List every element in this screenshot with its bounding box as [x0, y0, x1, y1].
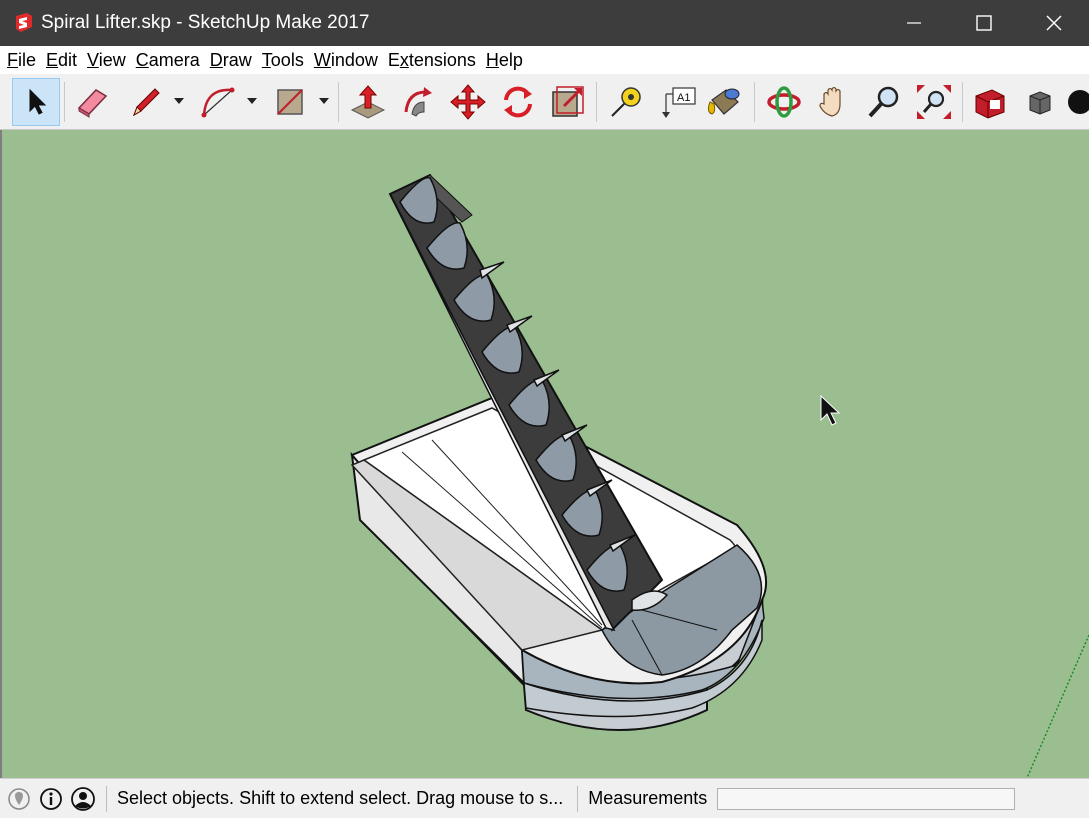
zoom-tool-button[interactable]: [860, 78, 908, 126]
select-icon: [29, 88, 47, 115]
menu-help[interactable]: Help: [481, 50, 528, 71]
window-title: Spiral Lifter.skp - SketchUp Make 2017: [41, 12, 370, 33]
menu-label-suffix: elp: [498, 49, 523, 70]
info-icon: [40, 787, 62, 810]
close-icon: [1046, 15, 1062, 31]
rotate-tool-button[interactable]: [494, 78, 542, 126]
orbit-tool-button[interactable]: [760, 78, 808, 126]
menu-tools[interactable]: Tools: [257, 50, 309, 71]
menu-label-suffix: tensions: [408, 49, 476, 70]
scale-tool-button[interactable]: [544, 78, 592, 126]
menu-accelerator: E: [46, 49, 59, 70]
eraser-icon: [77, 89, 108, 118]
zoom-extents-icon: [917, 85, 951, 119]
menu-accelerator: W: [313, 49, 331, 70]
rotate-icon: [504, 86, 532, 118]
title-bar: Spiral Lifter.skp - SketchUp Make 2017: [0, 0, 1089, 46]
text-icon: A1: [662, 87, 696, 118]
spiral-lifter-model[interactable]: [2, 130, 1089, 778]
pan-tool-button[interactable]: [810, 78, 858, 126]
geo-location-button[interactable]: [6, 786, 32, 812]
tape-measure-tool-button[interactable]: [602, 78, 650, 126]
orbit-icon: [767, 86, 801, 118]
pan-icon: [819, 86, 841, 117]
menu-accelerator: V: [87, 49, 99, 70]
user-account-button[interactable]: [70, 786, 96, 812]
paint-bucket-icon: [707, 88, 740, 115]
menu-draw[interactable]: Draw: [205, 50, 257, 71]
close-button[interactable]: [1019, 0, 1089, 46]
pencil-line-icon: [133, 88, 160, 117]
move-icon: [450, 84, 486, 120]
scale-icon: [552, 86, 584, 117]
menu-file[interactable]: File: [2, 50, 41, 71]
menu-accelerator: D: [209, 49, 223, 70]
select-tool-button[interactable]: [12, 78, 60, 126]
move-tool-button[interactable]: [444, 78, 492, 126]
measurements-label: Measurements: [588, 788, 708, 808]
menu-edit[interactable]: Edit: [41, 50, 82, 71]
line-tool-dropdown[interactable]: [173, 95, 185, 107]
text-tool-button[interactable]: A1: [654, 78, 702, 126]
arc-icon: [201, 87, 235, 118]
rectangle-tool-button[interactable]: [266, 78, 314, 126]
push-pull-icon: [350, 85, 386, 119]
model-viewport[interactable]: [0, 130, 1089, 778]
menu-accelerator: T: [261, 49, 271, 70]
menu-accelerator: x: [399, 49, 409, 70]
menu-label-suffix: ile: [18, 49, 37, 70]
zoom-icon: [868, 86, 899, 118]
extension-warehouse-icon: [1029, 91, 1051, 115]
zoom-extents-tool-button[interactable]: [910, 78, 958, 126]
menu-bar: File Edit View Camera Draw Tools Window Extensi…: [0, 46, 1089, 74]
minimize-icon: [907, 22, 921, 24]
menu-accelerator: F: [7, 49, 18, 70]
menu-camera[interactable]: Camera: [131, 50, 205, 71]
warehouse-tool-button[interactable]: [966, 78, 1014, 126]
menu-label-suffix: iew: [98, 49, 126, 70]
geo-location-icon: [8, 787, 30, 810]
measurements-input[interactable]: [717, 787, 1016, 810]
rectangle-icon: [277, 89, 303, 115]
svg-text:A1: A1: [677, 92, 690, 104]
menu-view[interactable]: View: [82, 50, 131, 71]
info-button[interactable]: [38, 786, 64, 812]
mouse-cursor-icon: [820, 394, 841, 426]
line-tool-button[interactable]: [122, 78, 170, 126]
warehouse-icon: [975, 89, 1005, 119]
menu-label-suffix: raw: [222, 49, 252, 70]
menu-label-suffix: dit: [58, 49, 78, 70]
menu-label-suffix: ools: [270, 49, 304, 70]
toolbar: A1: [0, 74, 1089, 130]
menu-accelerator: H: [485, 49, 499, 70]
menu-label-suffix: amera: [148, 49, 200, 70]
menu-accelerator: C: [135, 49, 149, 70]
style-icon: [1068, 90, 1089, 114]
status-bar: Select objects. Shift to extend select. …: [0, 778, 1089, 818]
sketchup-logo-icon[interactable]: [13, 12, 35, 34]
follow-me-tool-button[interactable]: [394, 78, 442, 126]
follow-me-icon: [404, 87, 432, 117]
tape-measure-icon: [611, 87, 641, 117]
maximize-icon: [976, 15, 992, 31]
paint-bucket-tool-button[interactable]: [700, 78, 748, 126]
style-tool-button[interactable]: [1056, 78, 1089, 126]
eraser-tool-button[interactable]: [68, 78, 116, 126]
menu-label-suffix: indow: [330, 49, 378, 70]
menu-window[interactable]: Window: [309, 50, 383, 71]
maximize-button[interactable]: [949, 0, 1019, 46]
status-hint: Select objects. Shift to extend select. …: [117, 788, 564, 808]
menu-extensions[interactable]: Extensions: [383, 50, 481, 71]
push-pull-tool-button[interactable]: [344, 78, 392, 126]
arc-tool-dropdown[interactable]: [246, 95, 258, 107]
rectangle-tool-dropdown[interactable]: [318, 95, 330, 107]
menu-label-prefix: E: [387, 49, 400, 70]
arc-tool-button[interactable]: [194, 78, 242, 126]
minimize-button[interactable]: [879, 0, 949, 46]
user-account-icon: [71, 786, 95, 811]
